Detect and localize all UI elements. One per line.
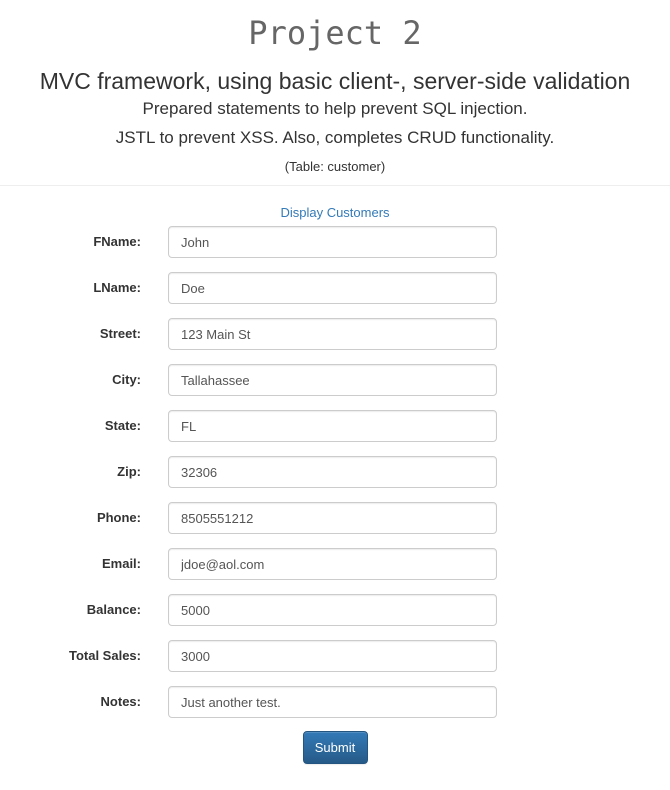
form-row-balance: Balance:: [0, 594, 670, 640]
fname-input[interactable]: [168, 226, 497, 258]
submit-row: Submit: [0, 731, 670, 764]
nav-row: Display Customers: [0, 204, 670, 222]
form-row-fname: FName:: [0, 226, 670, 272]
zip-input[interactable]: [168, 456, 497, 488]
street-label: Street:: [99, 326, 141, 341]
form-row-notes: Notes:: [0, 686, 670, 732]
form-row-city: City:: [0, 364, 670, 410]
lname-input[interactable]: [168, 272, 497, 304]
form-row-email: Email:: [0, 548, 670, 594]
form-row-state: State:: [0, 410, 670, 456]
form-row-street: Street:: [0, 318, 670, 364]
page-subtitle: MVC framework, using basic client-, serv…: [39, 68, 631, 94]
phone-input[interactable]: [168, 502, 497, 534]
state-input[interactable]: [168, 410, 497, 442]
page-title: Project 2: [248, 14, 422, 52]
state-label: State:: [104, 418, 141, 433]
phone-label: Phone:: [96, 510, 141, 525]
total-sales-label: Total Sales:: [68, 648, 141, 663]
zip-label: Zip:: [117, 464, 141, 479]
street-input[interactable]: [168, 318, 497, 350]
balance-label: Balance:: [86, 602, 141, 617]
form-row-total-sales: Total Sales:: [0, 640, 670, 686]
email-label: Email:: [101, 556, 141, 571]
form-row-lname: LName:: [0, 272, 670, 318]
balance-input[interactable]: [168, 594, 497, 626]
city-input[interactable]: [168, 364, 497, 396]
fname-label: FName:: [93, 234, 141, 249]
form-row-phone: Phone:: [0, 502, 670, 548]
table-note: (Table: customer): [284, 159, 386, 174]
header-divider: [0, 185, 670, 186]
total-sales-input[interactable]: [168, 640, 497, 672]
submit-button[interactable]: Submit: [302, 731, 368, 764]
city-label: City:: [112, 372, 141, 387]
description-line-1: Prepared statements to help prevent SQL …: [142, 99, 528, 118]
notes-input[interactable]: [168, 686, 497, 718]
customer-form: FName: LName: Street: City: State: Zip: …: [0, 226, 670, 764]
email-input[interactable]: [168, 548, 497, 580]
display-customers-link[interactable]: Display Customers: [280, 205, 389, 220]
form-row-zip: Zip:: [0, 456, 670, 502]
page-header: Project 2 MVC framework, using basic cli…: [0, 0, 670, 175]
lname-label: LName:: [93, 280, 141, 295]
description-line-2: JSTL to prevent XSS. Also, completes CRU…: [115, 128, 555, 147]
notes-label: Notes:: [100, 694, 141, 709]
